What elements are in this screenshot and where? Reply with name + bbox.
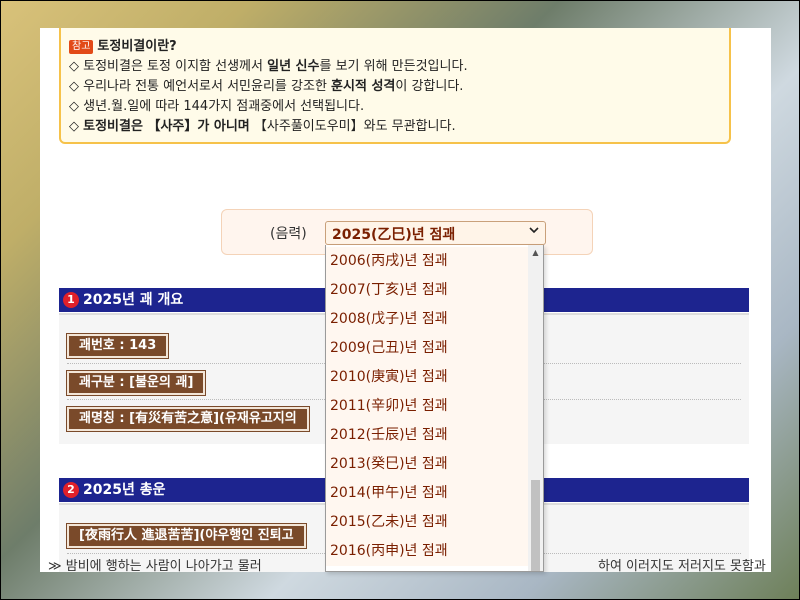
note-text: 이 강합니다. xyxy=(395,79,464,94)
year-select-value: 2025(乙巳)년 점괘 xyxy=(332,227,456,243)
note-text: ◇ xyxy=(69,119,84,134)
note-line: ◇ 생년.월.일에 따라 144가지 점괘중에서 선택됩니다. xyxy=(69,97,729,117)
year-option[interactable]: 2009(己丑)년 점괘 xyxy=(326,334,528,363)
note-text: ◇ 우리나라 전통 예언서로서 서민윤리를 강조한 xyxy=(69,79,332,94)
lunar-label: (음력) xyxy=(270,226,307,242)
note-line: ◇ 우리나라 전통 예언서로서 서민윤리를 강조한 훈시적 성격이 강합니다. xyxy=(69,77,729,97)
note-text: 【사주풀이도우미】와도 무관합니다. xyxy=(249,119,456,134)
note-title: 토정비결이란? xyxy=(97,39,177,54)
note-line: ◇ 토정비결은 토정 이지함 선생께서 일년 신수를 보기 위해 만든것입니다. xyxy=(69,57,729,77)
section2-number: 2 xyxy=(63,482,79,498)
gua-number-tag: 괘번호 : 143 xyxy=(67,334,169,358)
note-text: 를 보기 위해 만든것입니다. xyxy=(319,59,468,74)
fortune-summary-tag: [夜雨行人 進退苦苦](야우행인 진퇴고 xyxy=(67,524,306,548)
year-option[interactable]: 2015(乙未)년 점괘 xyxy=(326,508,528,537)
fortune-text: ≫ 밤비에 행하는 사람이 나아가고 물러 xyxy=(48,555,262,572)
scroll-up-arrow-icon[interactable]: ▲ xyxy=(528,248,543,257)
year-option[interactable]: 2016(丙申)년 점괘 xyxy=(326,537,528,566)
note-line: ◇ 토정비결은 【사주】가 아니며 【사주풀이도우미】와도 무관합니다. xyxy=(69,117,729,137)
gua-type-tag: 괘구분 : [불운의 괘] xyxy=(67,371,206,395)
section2-title: 2025년 총운 xyxy=(83,482,166,498)
note-emphasis: 토정비결은 【사주】가 아니며 xyxy=(83,119,250,134)
note-badge: 참고 xyxy=(69,40,94,54)
section1-title: 2025년 괘 개요 xyxy=(83,292,184,308)
year-option[interactable]: 2014(甲午)년 점괘 xyxy=(326,479,528,508)
note-text: ◇ 토정비결은 토정 이지함 선생께서 xyxy=(69,59,268,74)
fortune-text-right: 하여 이러지도 저러지도 못함과 xyxy=(598,555,766,572)
gua-name-tag: 괘명칭 : [有災有苦之意](유재유고지의 xyxy=(67,407,309,431)
section1-number: 1 xyxy=(63,292,79,308)
fortune-text-left: ≫ 밤비에 행하는 사람이 나아가고 물러 xyxy=(48,559,262,572)
year-select[interactable]: 2025(乙巳)년 점괘 xyxy=(325,221,546,245)
year-option[interactable]: 2008(戊子)년 점괘 xyxy=(326,305,528,334)
chevron-down-icon xyxy=(529,225,539,238)
scrollbar-thumb[interactable] xyxy=(531,480,540,571)
fortune-text-right-span: 하여 이러지도 저러지도 못함과 xyxy=(598,559,766,572)
year-option[interactable]: 2010(庚寅)년 점괘 xyxy=(326,363,528,392)
note-emphasis: 일년 신수 xyxy=(267,59,320,74)
year-option[interactable]: 2012(壬辰)년 점괘 xyxy=(326,421,528,450)
year-option[interactable]: 2006(丙戌)년 점괘 xyxy=(326,247,528,276)
note-text: ◇ 생년.월.일에 따라 144가지 점괘중에서 선택됩니다. xyxy=(69,99,365,114)
year-option[interactable]: 2007(丁亥)년 점괘 xyxy=(326,276,528,305)
note-emphasis: 훈시적 성격 xyxy=(331,79,396,94)
year-dropdown-list[interactable]: 2006(丙戌)년 점괘 2007(丁亥)년 점괘 2008(戊子)년 점괘 2… xyxy=(325,245,544,572)
info-note: 참고 토정비결이란? ◇ 토정비결은 토정 이지함 선생께서 일년 신수를 보기 … xyxy=(59,28,731,144)
note-title-row: 참고 토정비결이란? xyxy=(69,37,729,57)
year-option[interactable]: 2011(辛卯)년 점괘 xyxy=(326,392,528,421)
dropdown-scrollbar[interactable]: ▲ xyxy=(528,245,543,571)
year-option[interactable]: 2013(癸巳)년 점괘 xyxy=(326,450,528,479)
